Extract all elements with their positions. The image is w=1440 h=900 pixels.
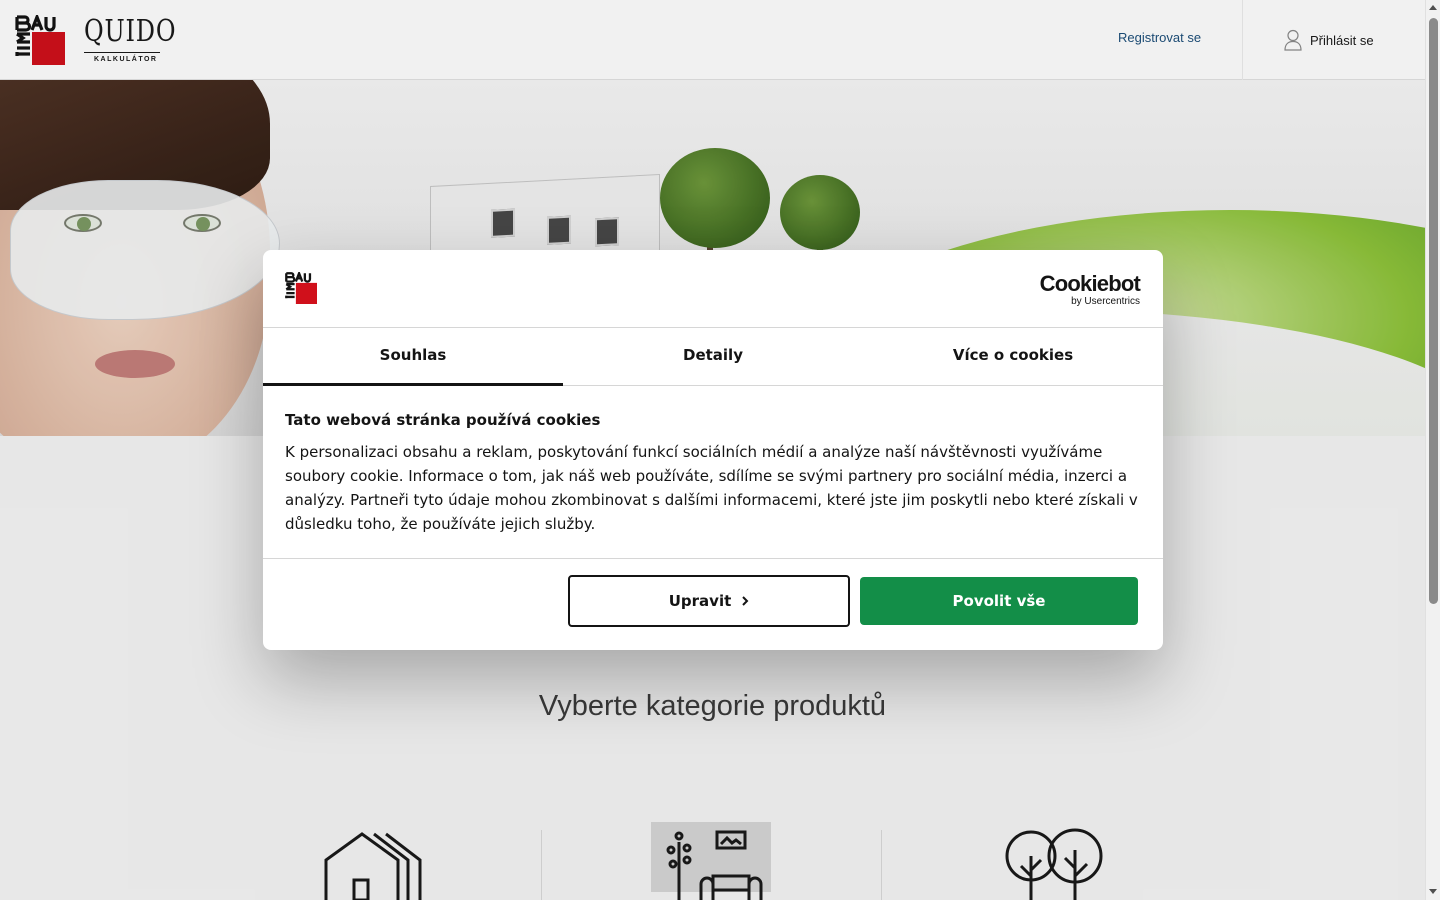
- customize-label: Upravit: [668, 592, 732, 610]
- customize-button[interactable]: Upravit: [568, 575, 850, 627]
- baumit-logo: [285, 272, 317, 304]
- tab-about-cookies[interactable]: Více o cookies: [863, 328, 1163, 385]
- dialog-title: Tato webová stránka používá cookies: [285, 411, 601, 429]
- dialog-header: Cookiebot by Usercentrics: [263, 250, 1163, 328]
- scroll-down-arrow[interactable]: [1429, 889, 1437, 894]
- cookiebot-logo[interactable]: Cookiebot by Usercentrics: [1039, 271, 1141, 308]
- scroll-thumb[interactable]: [1429, 18, 1438, 604]
- cookiebot-logo-text: Cookiebot: [1039, 271, 1141, 296]
- cookie-consent-dialog: Cookiebot by Usercentrics Souhlas Detail…: [263, 250, 1163, 650]
- dialog-footer: Upravit Povolit vše: [263, 558, 1163, 650]
- dialog-body: Tato webová stránka používá cookies K pe…: [285, 408, 1141, 536]
- dialog-tabs: Souhlas Detaily Více o cookies: [263, 328, 1163, 386]
- scroll-up-arrow[interactable]: [1429, 5, 1437, 10]
- tab-consent[interactable]: Souhlas: [263, 328, 563, 386]
- dialog-text: K personalizaci obsahu a reklam, poskyto…: [285, 443, 1138, 533]
- cookiebot-logo-subtitle: by Usercentrics: [1071, 296, 1140, 307]
- page-scrollbar[interactable]: [1425, 0, 1440, 900]
- allow-all-button[interactable]: Povolit vše: [860, 577, 1138, 625]
- chevron-right-icon: [742, 596, 749, 606]
- tab-details[interactable]: Detaily: [563, 328, 863, 385]
